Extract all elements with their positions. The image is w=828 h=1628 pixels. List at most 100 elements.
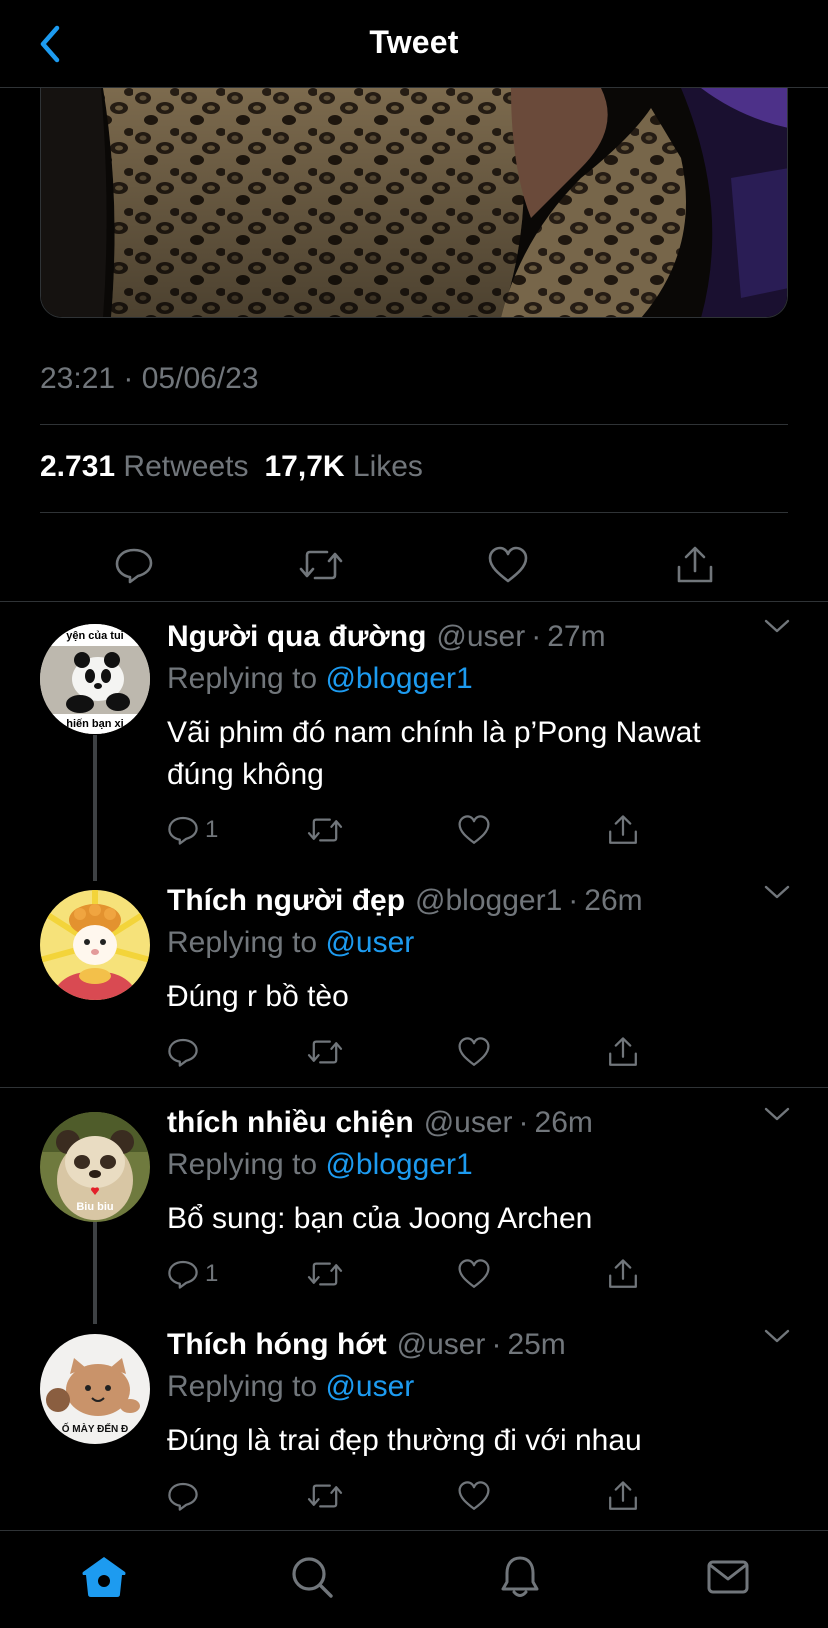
- retweets-label: Retweets: [123, 450, 249, 483]
- heart-icon: [458, 815, 490, 844]
- replying-to: Replying to @user: [167, 1370, 414, 1404]
- replying-prefix: Replying to: [167, 1148, 318, 1181]
- reply-icon: [168, 816, 198, 845]
- mention-link[interactable]: @blogger1: [325, 1148, 472, 1181]
- tab-notifications[interactable]: [492, 1549, 548, 1605]
- retweet-icon: [307, 1484, 343, 1508]
- tab-messages[interactable]: [700, 1549, 756, 1605]
- retweet-icon: [299, 550, 343, 580]
- share-button[interactable]: [607, 810, 639, 850]
- user-handle[interactable]: @user: [397, 1328, 486, 1362]
- share-button[interactable]: [607, 1476, 639, 1516]
- avatar[interactable]: yện của tui hiến bạn xi: [40, 624, 150, 734]
- retweet-icon: [307, 1262, 343, 1286]
- like-button[interactable]: [457, 1476, 491, 1516]
- reply-text: Đúng r bồ tèo: [167, 980, 349, 1013]
- svg-text:hiến bạn xi: hiến bạn xi: [66, 718, 123, 730]
- reply-count: 1: [205, 1260, 219, 1287]
- user-handle[interactable]: @user: [424, 1106, 513, 1140]
- like-button[interactable]: [457, 810, 491, 850]
- tweet-timestamp: 23:21 · 05/06/23: [40, 362, 259, 395]
- reply-button[interactable]: 1: [167, 1254, 218, 1294]
- tab-home[interactable]: [76, 1549, 132, 1605]
- like-button[interactable]: [457, 1254, 491, 1294]
- share-button[interactable]: [607, 1254, 639, 1294]
- display-name[interactable]: Thích người đẹp: [167, 884, 405, 918]
- tweet-stats: 2.731 Retweets 17,7K Likes: [40, 450, 425, 484]
- retweet-icon: [307, 1040, 343, 1064]
- user-handle[interactable]: @user: [436, 620, 525, 654]
- divider: [40, 512, 788, 513]
- display-name[interactable]: Người qua đường: [167, 620, 426, 654]
- mention-link[interactable]: @user: [325, 926, 414, 959]
- mention-link[interactable]: @blogger1: [325, 662, 472, 695]
- chevron-down-icon[interactable]: [762, 614, 792, 638]
- heart-icon: [458, 1037, 490, 1066]
- reply-time: 26m: [534, 1106, 593, 1139]
- reply-icon: [168, 1038, 198, 1067]
- reply-text: Bổ sung: bạn của Joong Archen: [167, 1202, 593, 1235]
- retweet-button[interactable]: [307, 1032, 343, 1072]
- notifications-icon: [501, 1556, 539, 1597]
- retweets-count: 2.731: [40, 450, 116, 483]
- reply-tweet[interactable]: yện của tui hiến bạn xi Người qua đường …: [0, 619, 828, 860]
- retweet-button[interactable]: [307, 1476, 343, 1516]
- avatar[interactable]: Biu biu: [40, 1112, 150, 1222]
- heart-icon: [458, 1481, 490, 1510]
- retweet-button[interactable]: [307, 1254, 343, 1294]
- bottom-tab-bar: [0, 1530, 828, 1628]
- avatar[interactable]: Ố MÀY ĐẾN Đ: [40, 1334, 150, 1444]
- display-name[interactable]: Thích hóng hớt: [167, 1328, 387, 1362]
- likes-count: 17,7K: [264, 450, 345, 483]
- user-handle[interactable]: @blogger1: [415, 884, 562, 918]
- share-button[interactable]: [607, 1032, 639, 1072]
- chevron-down-icon[interactable]: [762, 880, 792, 904]
- reply-icon: [168, 1260, 198, 1289]
- chevron-down-icon[interactable]: [762, 1324, 792, 1348]
- tab-search[interactable]: [284, 1549, 340, 1605]
- section-divider: [0, 601, 828, 602]
- reply-actions: [167, 1032, 667, 1072]
- reply-button[interactable]: [167, 1476, 205, 1516]
- separator-dot: ·: [518, 1106, 529, 1139]
- svg-text:yện của tui: yện của tui: [66, 630, 123, 642]
- likes-label: Likes: [352, 450, 423, 483]
- separator-dot: ·: [531, 620, 542, 653]
- reply-tweet[interactable]: Ố MÀY ĐẾN Đ Thích hóng hớt @user · 25m R…: [0, 1328, 828, 1528]
- likes-stat[interactable]: 17,7K Likes: [264, 450, 424, 484]
- retweet-icon: [307, 818, 343, 842]
- avatar[interactable]: [40, 890, 150, 1000]
- like-button[interactable]: [457, 1032, 491, 1072]
- replying-to: Replying to @user: [167, 926, 414, 960]
- reply-text: Đúng là trai đẹp thường đi với nhau: [167, 1424, 642, 1457]
- heart-icon: [458, 1259, 490, 1288]
- share-icon: [609, 815, 637, 844]
- retweet-button[interactable]: [307, 810, 343, 850]
- share-icon: [609, 1259, 637, 1288]
- svg-text:Biu biu: Biu biu: [76, 1201, 113, 1213]
- reply-button[interactable]: [109, 540, 159, 590]
- chevron-down-icon[interactable]: [762, 1102, 792, 1126]
- reply-icon: [115, 548, 153, 584]
- section-divider: [0, 1087, 828, 1088]
- replying-prefix: Replying to: [167, 1370, 318, 1403]
- tweet-media-image[interactable]: [40, 88, 788, 318]
- reply-actions: 1: [167, 1254, 667, 1294]
- home-icon: [82, 1557, 126, 1597]
- reply-button[interactable]: [167, 1032, 205, 1072]
- display-name[interactable]: thích nhiều chiện: [167, 1106, 414, 1140]
- reply-tweet[interactable]: Biu biu thích nhiều chiện @user · 26m Re…: [0, 1106, 828, 1306]
- replying-prefix: Replying to: [167, 662, 318, 695]
- mention-link[interactable]: @user: [325, 1370, 414, 1403]
- share-button[interactable]: [670, 540, 720, 590]
- share-icon: [609, 1481, 637, 1510]
- top-bar: Tweet: [0, 0, 828, 88]
- retweets-stat[interactable]: 2.731 Retweets: [40, 450, 250, 484]
- separator-dot: ·: [568, 884, 579, 917]
- like-button[interactable]: [483, 540, 533, 590]
- reply-tweet[interactable]: Thích người đẹp @blogger1 · 26m Replying…: [0, 884, 828, 1084]
- divider: [40, 424, 788, 425]
- retweet-button[interactable]: [296, 540, 346, 590]
- reply-button[interactable]: 1: [167, 810, 218, 850]
- messages-icon: [707, 1560, 749, 1594]
